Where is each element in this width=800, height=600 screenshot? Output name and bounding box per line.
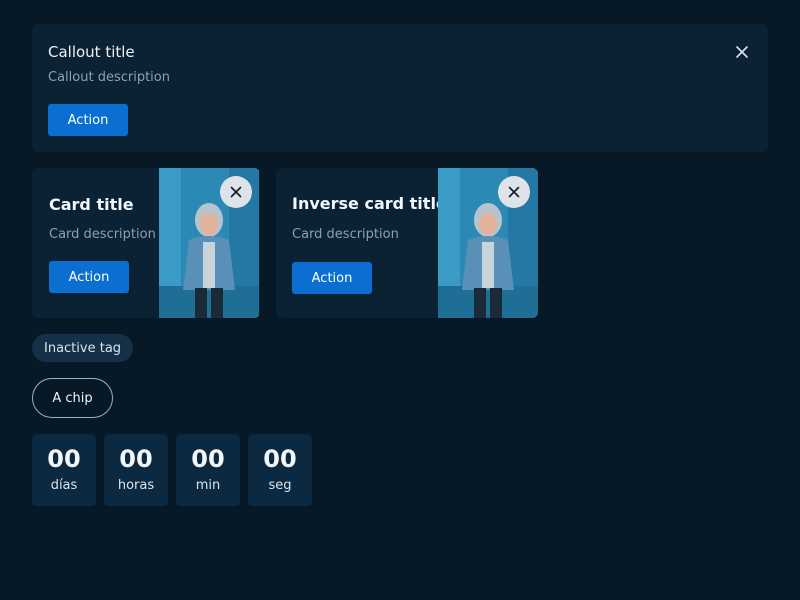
card-image xyxy=(438,168,538,318)
countdown-days: 00 días xyxy=(32,434,96,506)
card-image xyxy=(159,168,259,318)
close-icon xyxy=(508,186,520,198)
inverse-card: Inverse card title Card description Acti… xyxy=(276,168,538,318)
card-image-close-button[interactable] xyxy=(220,176,252,208)
card-title: Card title xyxy=(49,195,134,214)
callout: Callout title Callout description Action xyxy=(32,24,768,152)
countdown-value: 00 xyxy=(263,445,297,473)
card-action-button[interactable]: Action xyxy=(49,261,129,293)
callout-action-button[interactable]: Action xyxy=(48,104,128,136)
card-title: Inverse card title xyxy=(292,194,447,213)
countdown-hours: 00 horas xyxy=(104,434,168,506)
card-description: Card description xyxy=(49,227,156,242)
close-icon xyxy=(736,46,748,58)
inactive-tag[interactable]: Inactive tag xyxy=(32,334,134,362)
close-icon xyxy=(230,186,242,198)
callout-close-button[interactable] xyxy=(730,40,754,64)
countdown-seconds: 00 seg xyxy=(248,434,312,506)
countdown-value: 00 xyxy=(191,445,225,473)
countdown-minutes: 00 min xyxy=(176,434,240,506)
card: Card title Card description Action xyxy=(32,168,260,318)
card-image-close-button[interactable] xyxy=(498,176,530,208)
chip[interactable]: A chip xyxy=(32,378,113,418)
countdown-unit: seg xyxy=(268,478,292,493)
countdown-value: 00 xyxy=(47,445,81,473)
countdown-unit: horas xyxy=(117,478,155,493)
callout-title: Callout title xyxy=(48,43,135,61)
countdown-unit: días xyxy=(50,478,78,493)
countdown-unit: min xyxy=(195,478,221,493)
countdown-value: 00 xyxy=(119,445,153,473)
card-description: Card description xyxy=(292,227,399,242)
callout-description: Callout description xyxy=(48,70,170,85)
card-action-button[interactable]: Action xyxy=(292,262,372,294)
